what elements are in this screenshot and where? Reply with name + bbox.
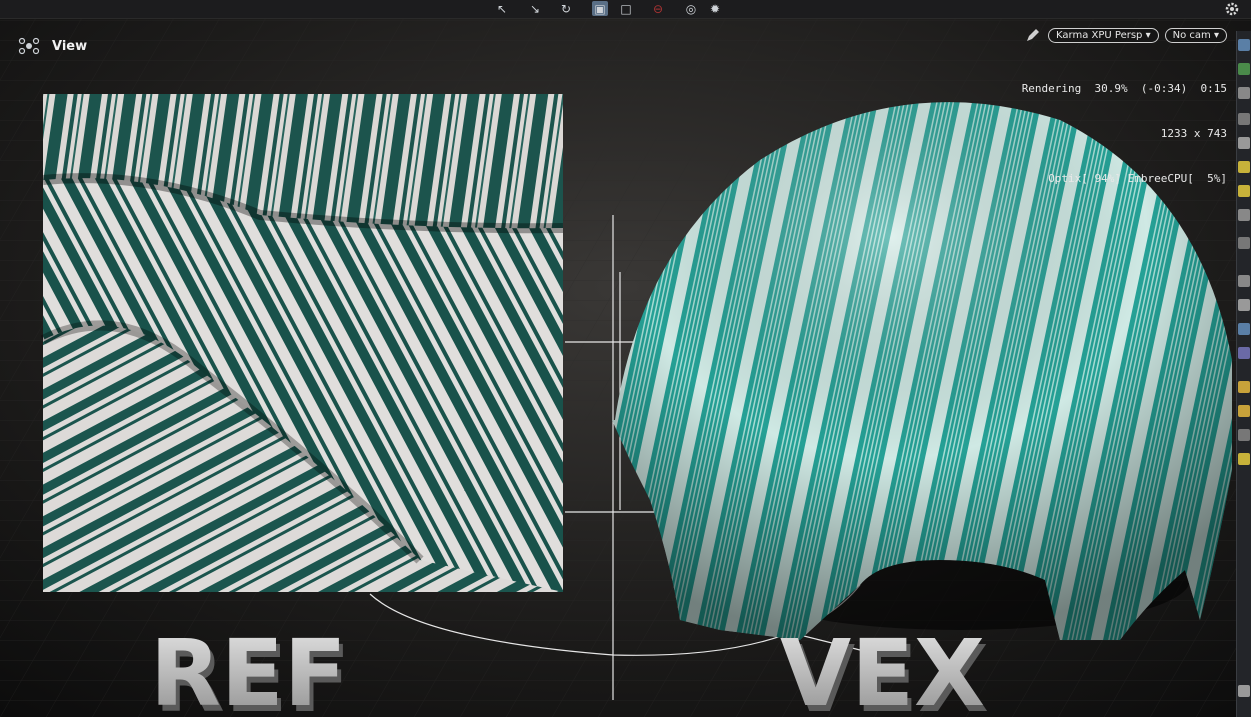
viewport-right-toolbar bbox=[1236, 31, 1251, 717]
select-icon[interactable]: ↖ bbox=[494, 1, 510, 16]
camera-select-label: No cam bbox=[1172, 29, 1211, 41]
display-icon[interactable] bbox=[1238, 39, 1250, 51]
person-icon[interactable] bbox=[1238, 209, 1250, 221]
add-light-icon[interactable] bbox=[1238, 185, 1250, 197]
stop-icon[interactable]: ⊖ bbox=[650, 1, 666, 16]
ref-texture-panel bbox=[40, 94, 564, 592]
scene-label-vex: VEX VEX bbox=[780, 620, 989, 717]
layer-icon[interactable] bbox=[1238, 63, 1250, 75]
link-icon[interactable] bbox=[1238, 275, 1250, 287]
houdini-viewport-app: REF REF VEX VEX ↖ ↘ ↻ ▣ □ ⊖ ◎ ✹ View Kar… bbox=[0, 0, 1251, 717]
chevron-down-icon: ▾ bbox=[1145, 29, 1151, 41]
pencil-icon[interactable] bbox=[1024, 26, 1042, 44]
camera-icon[interactable]: ◎ bbox=[683, 1, 699, 16]
lock-icon[interactable] bbox=[1238, 87, 1250, 99]
snap-icon[interactable] bbox=[1238, 453, 1250, 465]
visibility-icon[interactable] bbox=[1238, 429, 1250, 441]
warning-icon[interactable] bbox=[1238, 381, 1250, 393]
ref-letters: REF bbox=[150, 620, 347, 717]
vex-letters: VEX bbox=[780, 620, 985, 717]
viewport-title-label: View bbox=[52, 38, 88, 54]
toggle-icon[interactable] bbox=[1238, 299, 1250, 311]
snapshot-icon[interactable]: □ bbox=[618, 1, 634, 16]
viewport-top-toolbar: ↖ ↘ ↻ ▣ □ ⊖ ◎ ✹ bbox=[0, 0, 1251, 19]
camera-icon[interactable] bbox=[1238, 237, 1250, 249]
close-icon[interactable] bbox=[1238, 113, 1250, 125]
render-stats-hud: Rendering 30.9% (-0:34) 0:15 1233 x 743 … bbox=[1022, 51, 1227, 216]
view-icon bbox=[18, 37, 40, 55]
gear-icon[interactable] bbox=[1223, 0, 1241, 18]
move-icon[interactable]: ↘ bbox=[527, 1, 543, 16]
viewport-title: View bbox=[18, 37, 87, 55]
eye-icon[interactable] bbox=[1238, 685, 1250, 697]
view-mode-icon[interactable]: ▣ bbox=[592, 1, 608, 16]
chevron-down-icon: ▾ bbox=[1213, 29, 1219, 41]
sphere-icon[interactable] bbox=[1238, 137, 1250, 149]
hierarchy-icon[interactable] bbox=[1238, 323, 1250, 335]
lights-icon[interactable]: ✹ bbox=[707, 1, 723, 16]
grid-icon[interactable] bbox=[1238, 405, 1250, 417]
camera-select-menu[interactable]: No cam ▾ bbox=[1164, 27, 1227, 43]
render-progress-line: Rendering 30.9% (-0:34) 0:15 bbox=[1021, 82, 1227, 95]
render-resolution-line: 1233 x 743 bbox=[1160, 127, 1227, 140]
renderer-camera-menu[interactable]: Karma XPU Persp ▾ bbox=[1048, 27, 1159, 43]
render-device-line: Optix[ 94%] EmbreeCPU[ 5%] bbox=[1048, 172, 1227, 185]
renderer-camera-label: Karma XPU Persp bbox=[1056, 29, 1143, 41]
group-icon[interactable] bbox=[1238, 347, 1250, 359]
rotate-icon[interactable]: ↻ bbox=[558, 1, 574, 16]
camera-controls: Karma XPU Persp ▾ No cam ▾ bbox=[1024, 26, 1227, 44]
light-icon[interactable] bbox=[1238, 161, 1250, 173]
scene-label-ref: REF REF bbox=[150, 620, 351, 717]
